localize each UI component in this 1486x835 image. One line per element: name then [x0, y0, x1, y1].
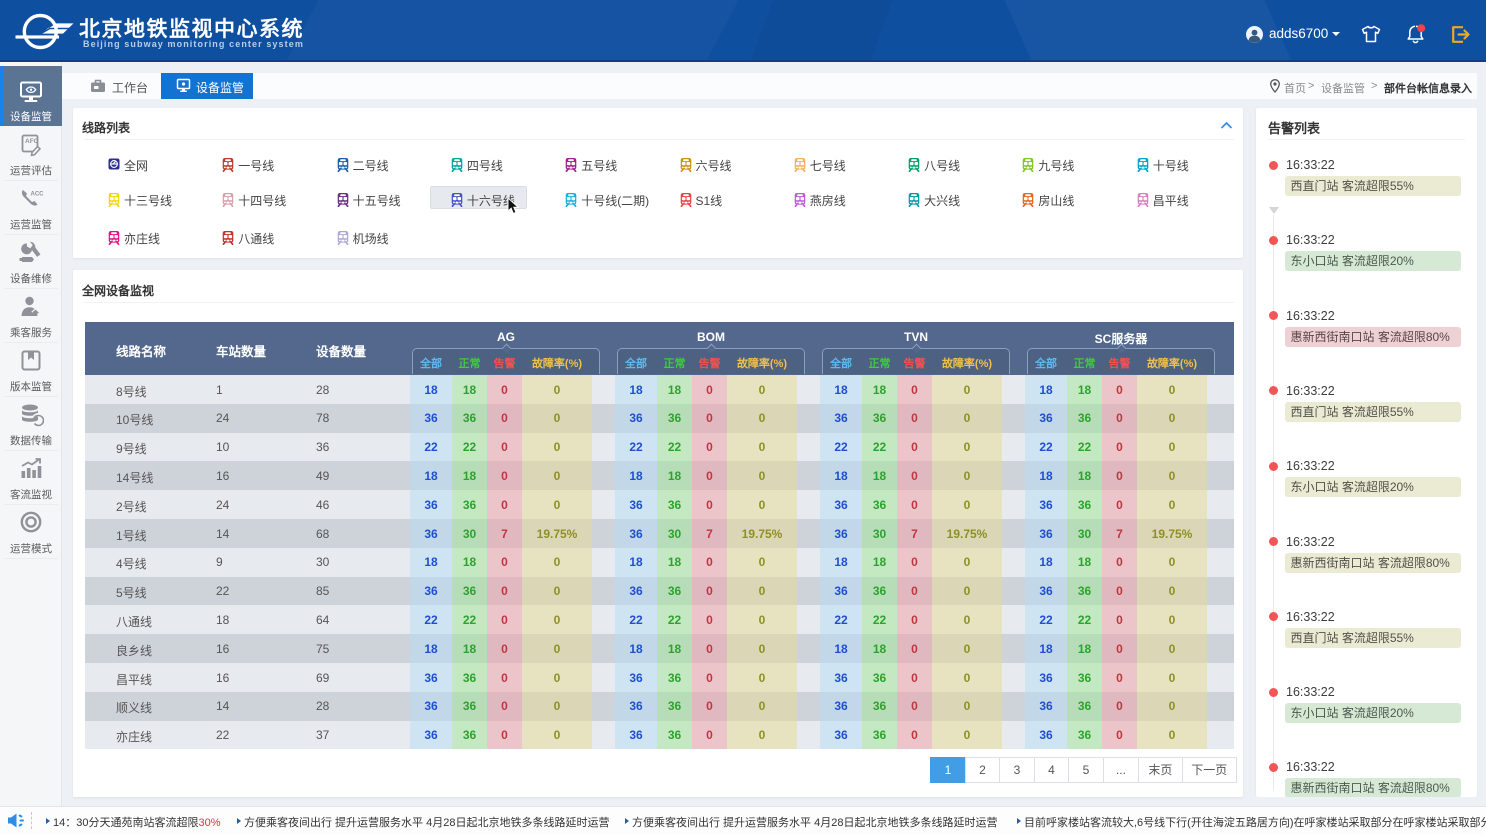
svg-text:ACC: ACC	[31, 192, 45, 198]
svg-text:AFC: AFC	[25, 138, 39, 145]
